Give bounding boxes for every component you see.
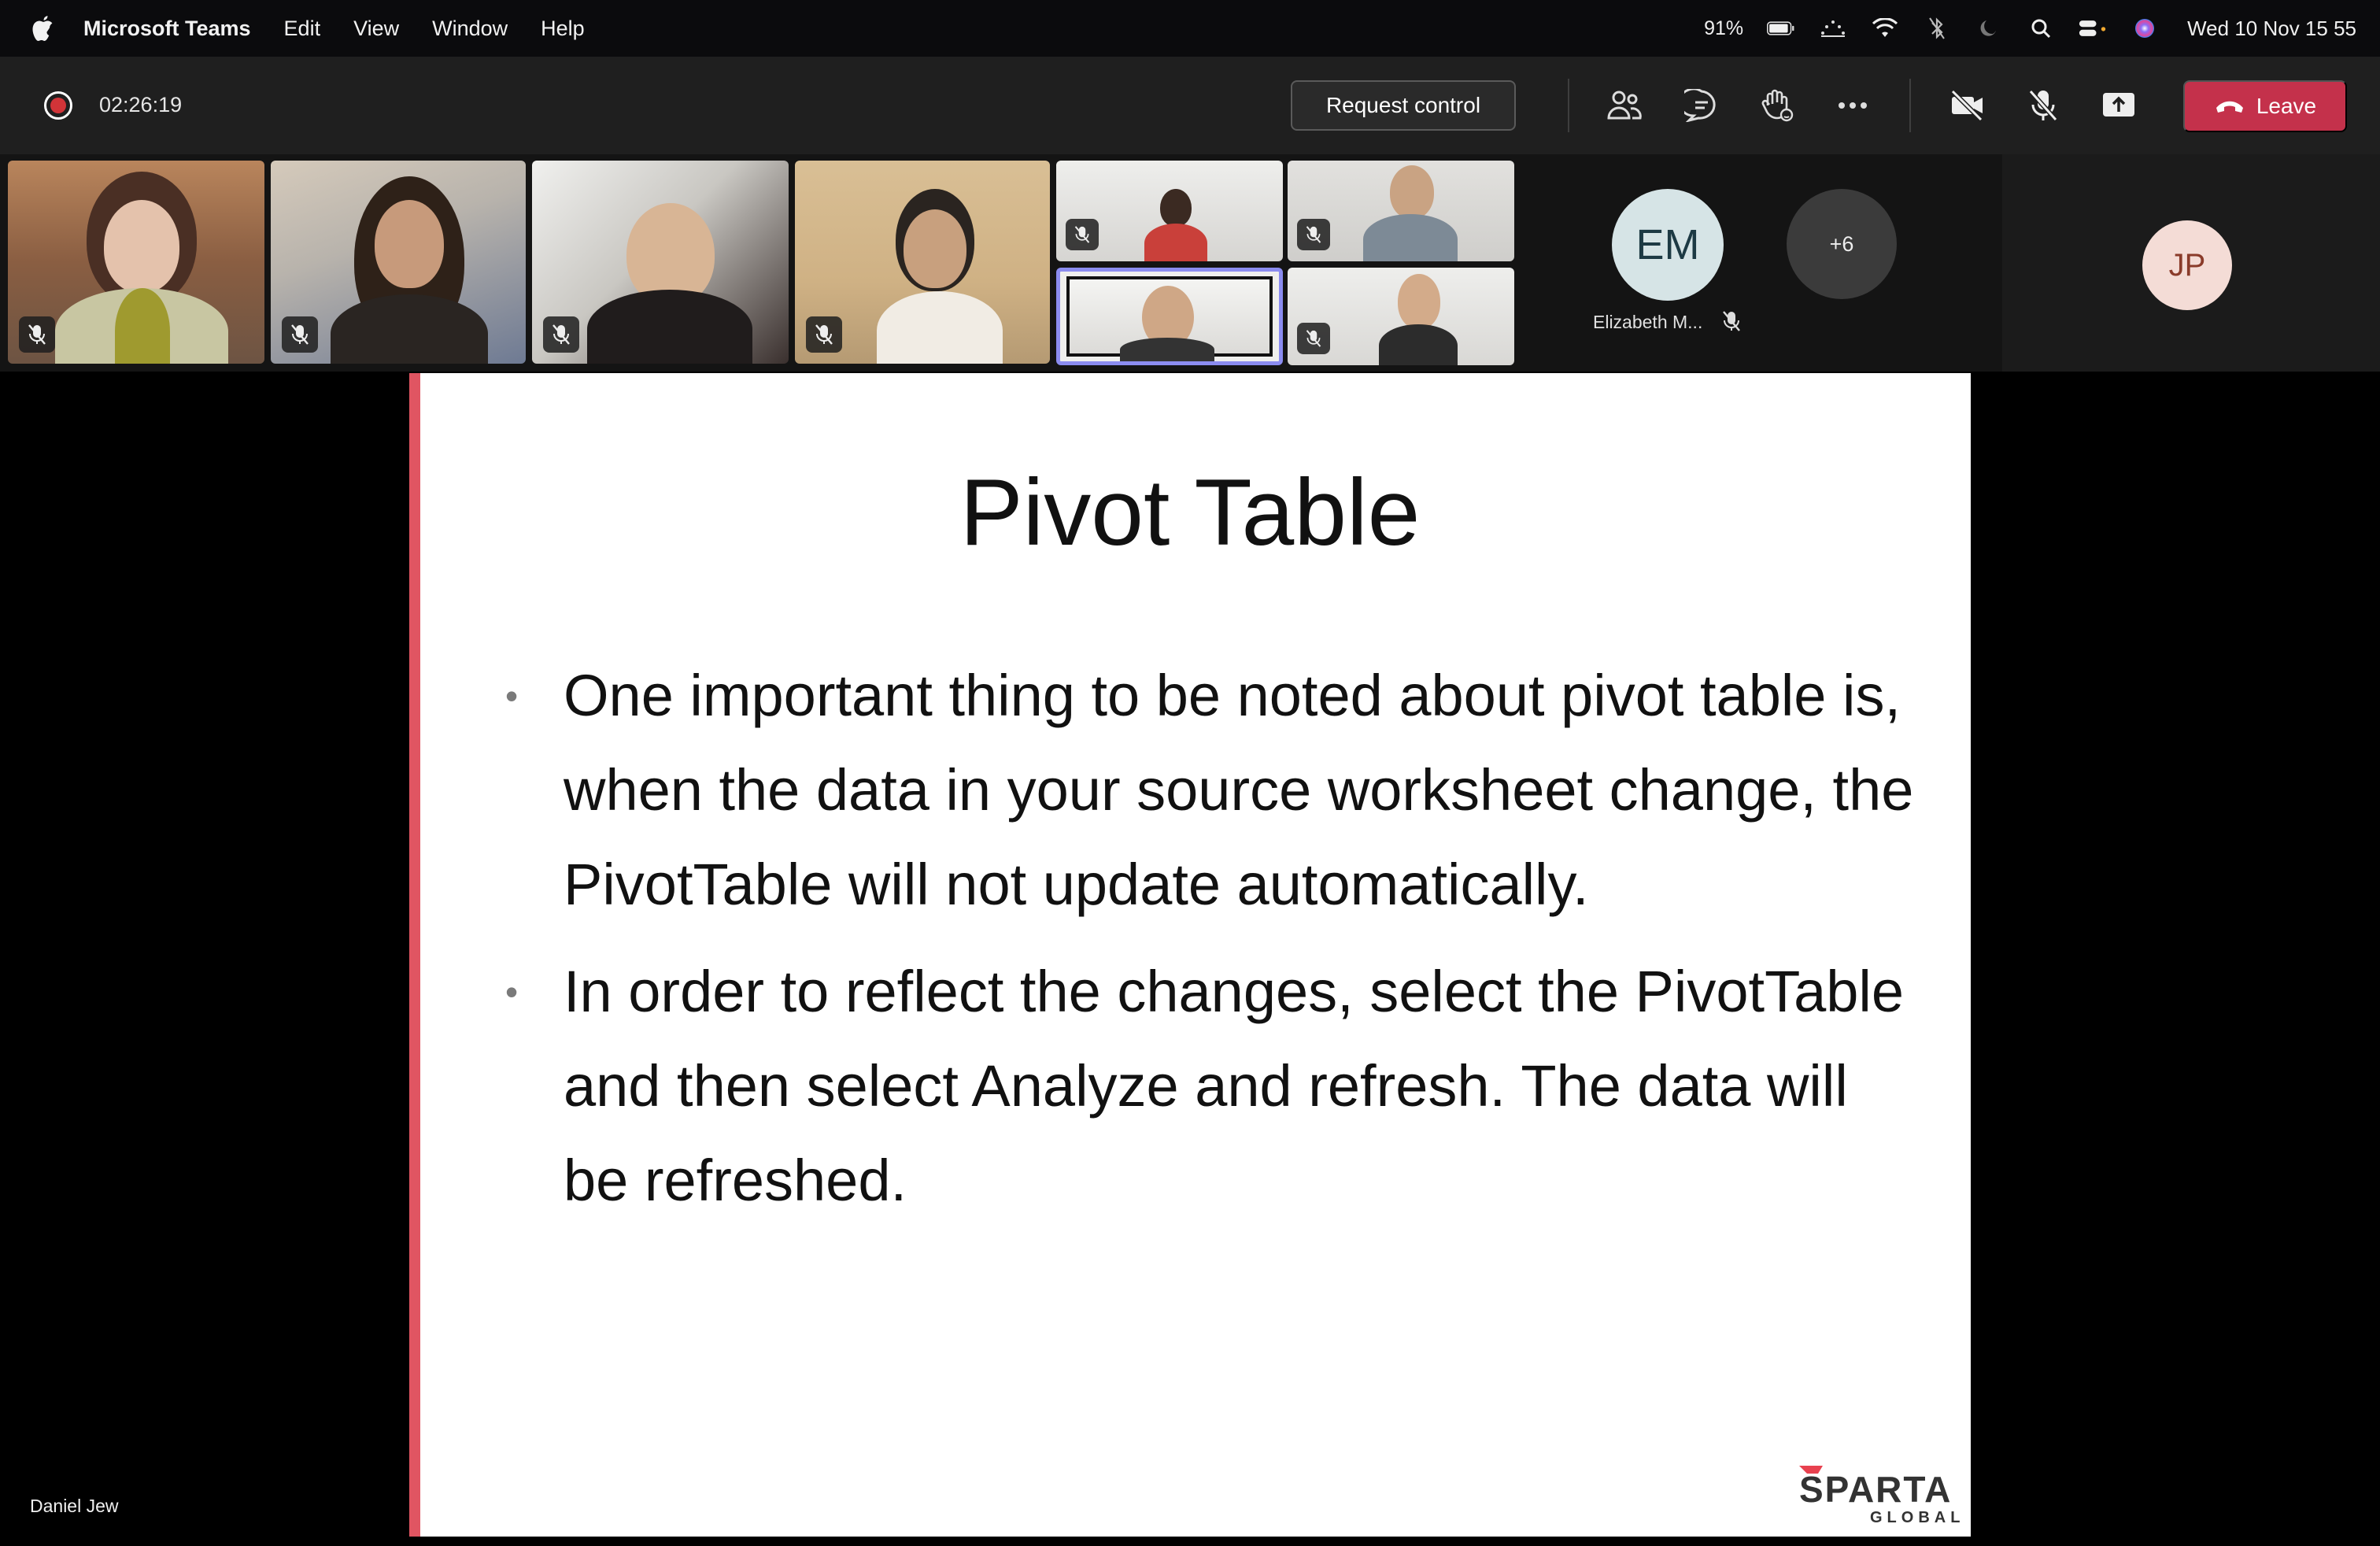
more-options-icon[interactable] — [1829, 82, 1876, 129]
participant-video — [1363, 165, 1458, 261]
video-tile[interactable] — [532, 161, 789, 364]
participant-video — [55, 170, 228, 364]
meeting-toolbar: 02:26:19 Request control Leave — [0, 57, 2380, 154]
participant-strip: EM Elizabeth M... +6 JP — [0, 154, 2380, 372]
bluetooth-icon[interactable] — [1923, 14, 1951, 43]
camera-off-icon[interactable] — [1944, 82, 1991, 129]
slide-bullet: In order to reflect the changes, select … — [501, 945, 1917, 1228]
mic-muted-icon — [806, 316, 842, 353]
overflow-count: +6 — [1829, 231, 1854, 256]
phone-hangup-icon — [2214, 94, 2245, 119]
video-tile[interactable] — [1288, 268, 1514, 365]
menu-app-name[interactable]: Microsoft Teams — [83, 17, 251, 41]
leave-button[interactable]: Leave — [2183, 80, 2347, 132]
svg-text:GLOBAL: GLOBAL — [1870, 1509, 1960, 1526]
participant-video — [1144, 189, 1207, 261]
self-view-panel: JP — [2002, 154, 2380, 372]
request-control-button[interactable]: Request control — [1291, 80, 1516, 131]
participant-video — [1066, 276, 1273, 361]
participant-video — [587, 203, 752, 364]
participant-video — [1379, 274, 1458, 365]
wifi-icon[interactable] — [1871, 14, 1899, 43]
menu-help[interactable]: Help — [541, 17, 585, 41]
chat-icon[interactable] — [1678, 82, 1725, 129]
avatar-initials: EM — [1635, 221, 1700, 268]
apple-icon[interactable] — [28, 13, 60, 44]
video-tile[interactable] — [1288, 161, 1514, 261]
menu-bar: Microsoft Teams Edit View Window Help 91… — [0, 0, 2380, 57]
share-screen-icon[interactable] — [2095, 82, 2142, 129]
control-center-icon[interactable] — [2079, 14, 2107, 43]
more-participants-button[interactable]: +6 — [1787, 189, 1897, 299]
mic-muted-icon — [1720, 310, 1743, 332]
avatar-initials: JP — [2168, 247, 2206, 283]
battery-icon[interactable] — [1767, 14, 1795, 43]
siri-icon[interactable] — [2131, 14, 2159, 43]
focus-moon-icon[interactable] — [1975, 14, 2003, 43]
slide-title: Pivot Table — [959, 460, 1421, 565]
screen-mirroring-icon[interactable] — [1819, 14, 1847, 43]
avatar[interactable]: EM — [1612, 189, 1724, 301]
meeting-timer: 02:26:19 — [99, 93, 183, 117]
people-icon[interactable] — [1601, 82, 1648, 129]
battery-percent: 91% — [1704, 17, 1744, 39]
menu-edit[interactable]: Edit — [284, 17, 321, 41]
mic-muted-icon — [1066, 219, 1099, 250]
recording-icon — [44, 91, 72, 120]
video-tile[interactable] — [795, 161, 1050, 364]
menu-view[interactable]: View — [353, 17, 399, 41]
mic-muted-icon — [543, 316, 579, 353]
leave-label: Leave — [2256, 94, 2317, 118]
toolbar-divider — [1568, 79, 1569, 132]
participant-video — [331, 176, 488, 364]
video-tile-speaking[interactable] — [1056, 268, 1283, 365]
video-tile[interactable] — [271, 161, 526, 364]
participant-video — [877, 181, 1003, 364]
svg-text:SPARTA: SPARTA — [1799, 1469, 1952, 1510]
mic-muted-icon — [1297, 219, 1330, 250]
raise-hand-icon[interactable] — [1754, 82, 1801, 129]
slide-bullet: One important thing to be noted about pi… — [501, 649, 1917, 932]
spotlight-search-icon[interactable] — [2027, 14, 2055, 43]
slide-bullet-list: One important thing to be noted about pi… — [501, 649, 1917, 1241]
menu-window[interactable]: Window — [432, 17, 508, 41]
video-tile[interactable] — [1056, 161, 1283, 261]
mic-muted-icon — [1297, 323, 1330, 354]
presenter-name: Daniel Jew — [30, 1496, 119, 1516]
avatar[interactable]: JP — [2142, 220, 2232, 310]
menu-clock[interactable]: Wed 10 Nov 15 55 — [2187, 17, 2356, 41]
video-tile[interactable] — [8, 161, 264, 364]
mic-off-icon[interactable] — [2020, 82, 2067, 129]
presentation-slide: Pivot Table One important thing to be no… — [409, 373, 1971, 1537]
mic-muted-icon — [19, 316, 55, 353]
toolbar-divider — [1909, 79, 1911, 132]
sparta-global-logo: SPARTA GLOBAL — [1794, 1458, 1960, 1529]
participant-name: Elizabeth M... — [1593, 312, 1703, 332]
mic-muted-icon — [282, 316, 318, 353]
